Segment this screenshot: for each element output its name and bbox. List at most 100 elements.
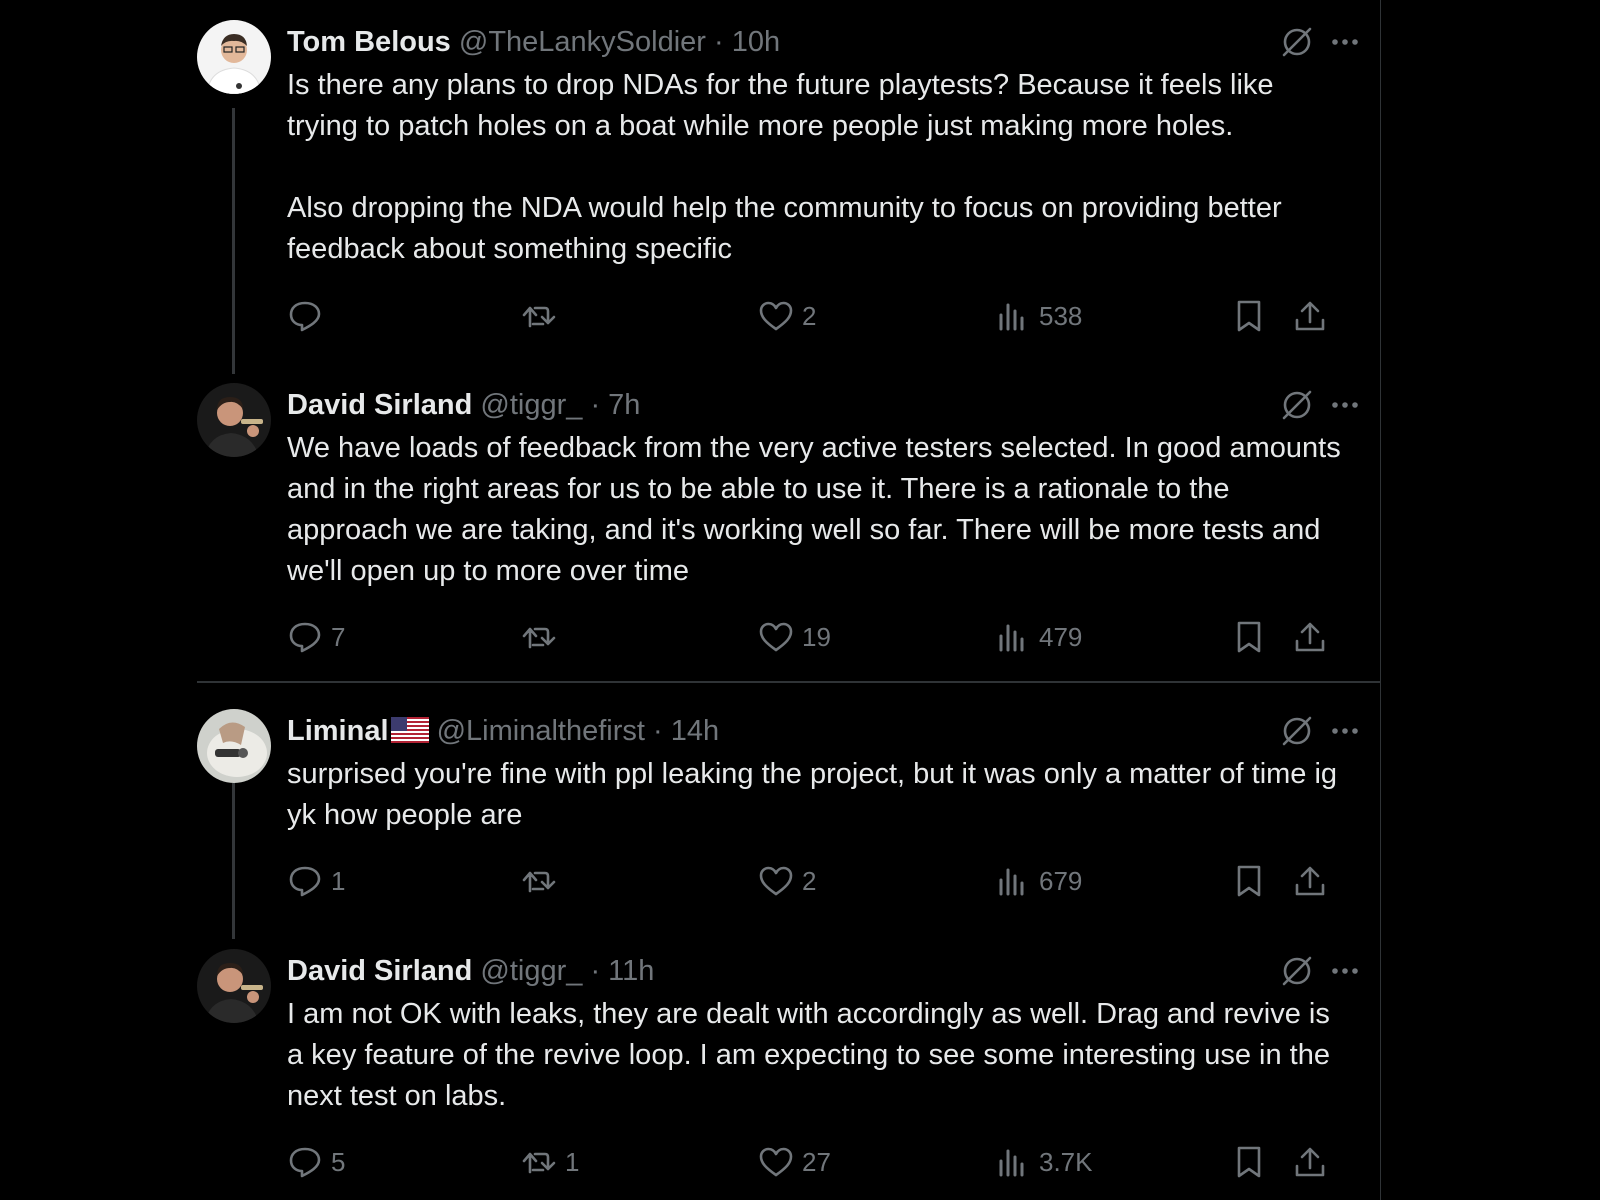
tweet-paragraph: surprised you're fine with ppl leaking t…: [287, 758, 1338, 831]
share-button[interactable]: [1292, 1142, 1328, 1182]
reply-count: 7: [331, 621, 346, 652]
repost-button[interactable]: [521, 617, 565, 657]
like-button[interactable]: 2: [758, 861, 816, 901]
views-icon: [999, 303, 1024, 331]
thread-connector-line: [232, 108, 235, 374]
action-bar: 7 19 479: [287, 617, 1343, 657]
display-name[interactable]: David Sirland: [287, 955, 472, 987]
reply-icon: [289, 866, 321, 897]
repost-button[interactable]: [521, 861, 565, 901]
user-handle[interactable]: @TheLankySoldier: [459, 26, 706, 58]
user-handle[interactable]: @Liminalthefirst: [437, 715, 645, 747]
like-icon: [759, 866, 793, 896]
views-button[interactable]: 3.7K: [995, 1142, 1093, 1182]
display-name[interactable]: Tom Belous: [287, 26, 451, 58]
share-icon: [1295, 622, 1325, 652]
tweet-text: surprised you're fine with ppl leaking t…: [287, 754, 1347, 836]
reply-count: 5: [331, 1146, 346, 1177]
tweet-paragraph: I am not OK with leaks, they are dealt w…: [287, 998, 1330, 1112]
tweet-text: We have loads of feedback from the very …: [287, 428, 1347, 592]
like-count: 2: [802, 865, 817, 896]
reply-icon: [289, 1147, 321, 1178]
bookmark-button[interactable]: [1231, 617, 1267, 657]
share-icon: [1295, 1147, 1325, 1177]
share-icon: [1295, 866, 1325, 896]
share-button[interactable]: [1292, 617, 1328, 657]
user-handle[interactable]: @tiggr_: [480, 955, 582, 987]
timestamp[interactable]: 11h: [608, 955, 654, 987]
view-count: 3.7K: [1039, 1146, 1093, 1177]
bookmark-button[interactable]: [1231, 1142, 1267, 1182]
avatar[interactable]: [197, 949, 271, 1023]
like-count: 2: [802, 300, 817, 331]
share-button[interactable]: [1292, 296, 1328, 336]
reply-button[interactable]: 5: [287, 1142, 345, 1182]
repost-button[interactable]: 1: [521, 1142, 579, 1182]
views-icon: [999, 868, 1024, 896]
views-button[interactable]: 538: [995, 296, 1082, 336]
grok-icon[interactable]: [1279, 387, 1315, 423]
views-icon: [999, 624, 1024, 652]
reply-button[interactable]: 1: [287, 861, 345, 901]
like-count: 27: [802, 1146, 831, 1177]
repost-icon: [522, 871, 556, 893]
grok-icon[interactable]: [1279, 953, 1315, 989]
like-icon: [759, 301, 793, 331]
timestamp[interactable]: 7h: [608, 389, 640, 421]
like-button[interactable]: 27: [758, 1142, 831, 1182]
grok-icon[interactable]: [1279, 713, 1315, 749]
more-icon[interactable]: [1327, 387, 1363, 423]
repost-button[interactable]: [521, 296, 565, 336]
bookmark-icon: [1237, 1146, 1261, 1178]
separator-dot: ·: [652, 715, 663, 747]
bookmark-button[interactable]: [1231, 861, 1267, 901]
repost-icon: [522, 627, 556, 649]
tweet-text: I am not OK with leaks, they are dealt w…: [287, 994, 1347, 1117]
grok-icon[interactable]: [1279, 24, 1315, 60]
reply-button[interactable]: 7: [287, 617, 345, 657]
reply-icon: [289, 622, 321, 653]
thread-connector-line: [232, 783, 235, 939]
avatar[interactable]: [197, 20, 271, 94]
tweet-text: Is there any plans to drop NDAs for the …: [287, 65, 1347, 270]
user-handle[interactable]: @tiggr_: [480, 389, 582, 421]
like-button[interactable]: 2: [758, 296, 816, 336]
view-count: 538: [1039, 300, 1083, 331]
thread-divider: [197, 681, 1381, 683]
bookmark-button[interactable]: [1231, 296, 1267, 336]
tweet-header: David Sirland @tiggr_ · 7h: [287, 387, 640, 423]
more-icon[interactable]: [1327, 24, 1363, 60]
view-count: 479: [1039, 621, 1083, 652]
like-icon: [759, 1147, 793, 1177]
tweet-paragraph: Is there any plans to drop NDAs for the …: [287, 69, 1274, 142]
timestamp[interactable]: 14h: [671, 715, 719, 747]
tweet-header: Tom Belous @TheLankySoldier · 10h: [287, 24, 780, 60]
timestamp[interactable]: 10h: [732, 26, 780, 58]
more-icon[interactable]: [1327, 953, 1363, 989]
display-name[interactable]: David Sirland: [287, 389, 472, 421]
action-bar: 5 1 27 3.7K: [287, 1142, 1343, 1182]
view-count: 679: [1039, 865, 1083, 896]
avatar[interactable]: [197, 383, 271, 457]
repost-icon: [522, 1152, 556, 1174]
repost-count: 1: [565, 1146, 580, 1177]
share-icon: [1295, 301, 1325, 331]
like-button[interactable]: 19: [758, 617, 831, 657]
like-count: 19: [802, 621, 831, 652]
display-name[interactable]: Liminal: [287, 715, 389, 747]
bookmark-icon: [1237, 621, 1261, 653]
avatar[interactable]: [197, 709, 271, 783]
separator-dot: ·: [590, 389, 601, 421]
reply-thread-column: Tom Belous @TheLankySoldier · 10h Is the…: [197, 0, 1381, 1200]
views-button[interactable]: 479: [995, 617, 1082, 657]
views-button[interactable]: 679: [995, 861, 1082, 901]
share-button[interactable]: [1292, 861, 1328, 901]
reply-button[interactable]: [287, 296, 331, 336]
tweet-paragraph: We have loads of feedback from the very …: [287, 432, 1341, 587]
bookmark-icon: [1237, 865, 1261, 897]
more-icon[interactable]: [1327, 713, 1363, 749]
reply-count: 1: [331, 865, 346, 896]
repost-icon: [522, 306, 556, 328]
separator-dot: ·: [714, 26, 724, 58]
like-icon: [759, 622, 793, 652]
